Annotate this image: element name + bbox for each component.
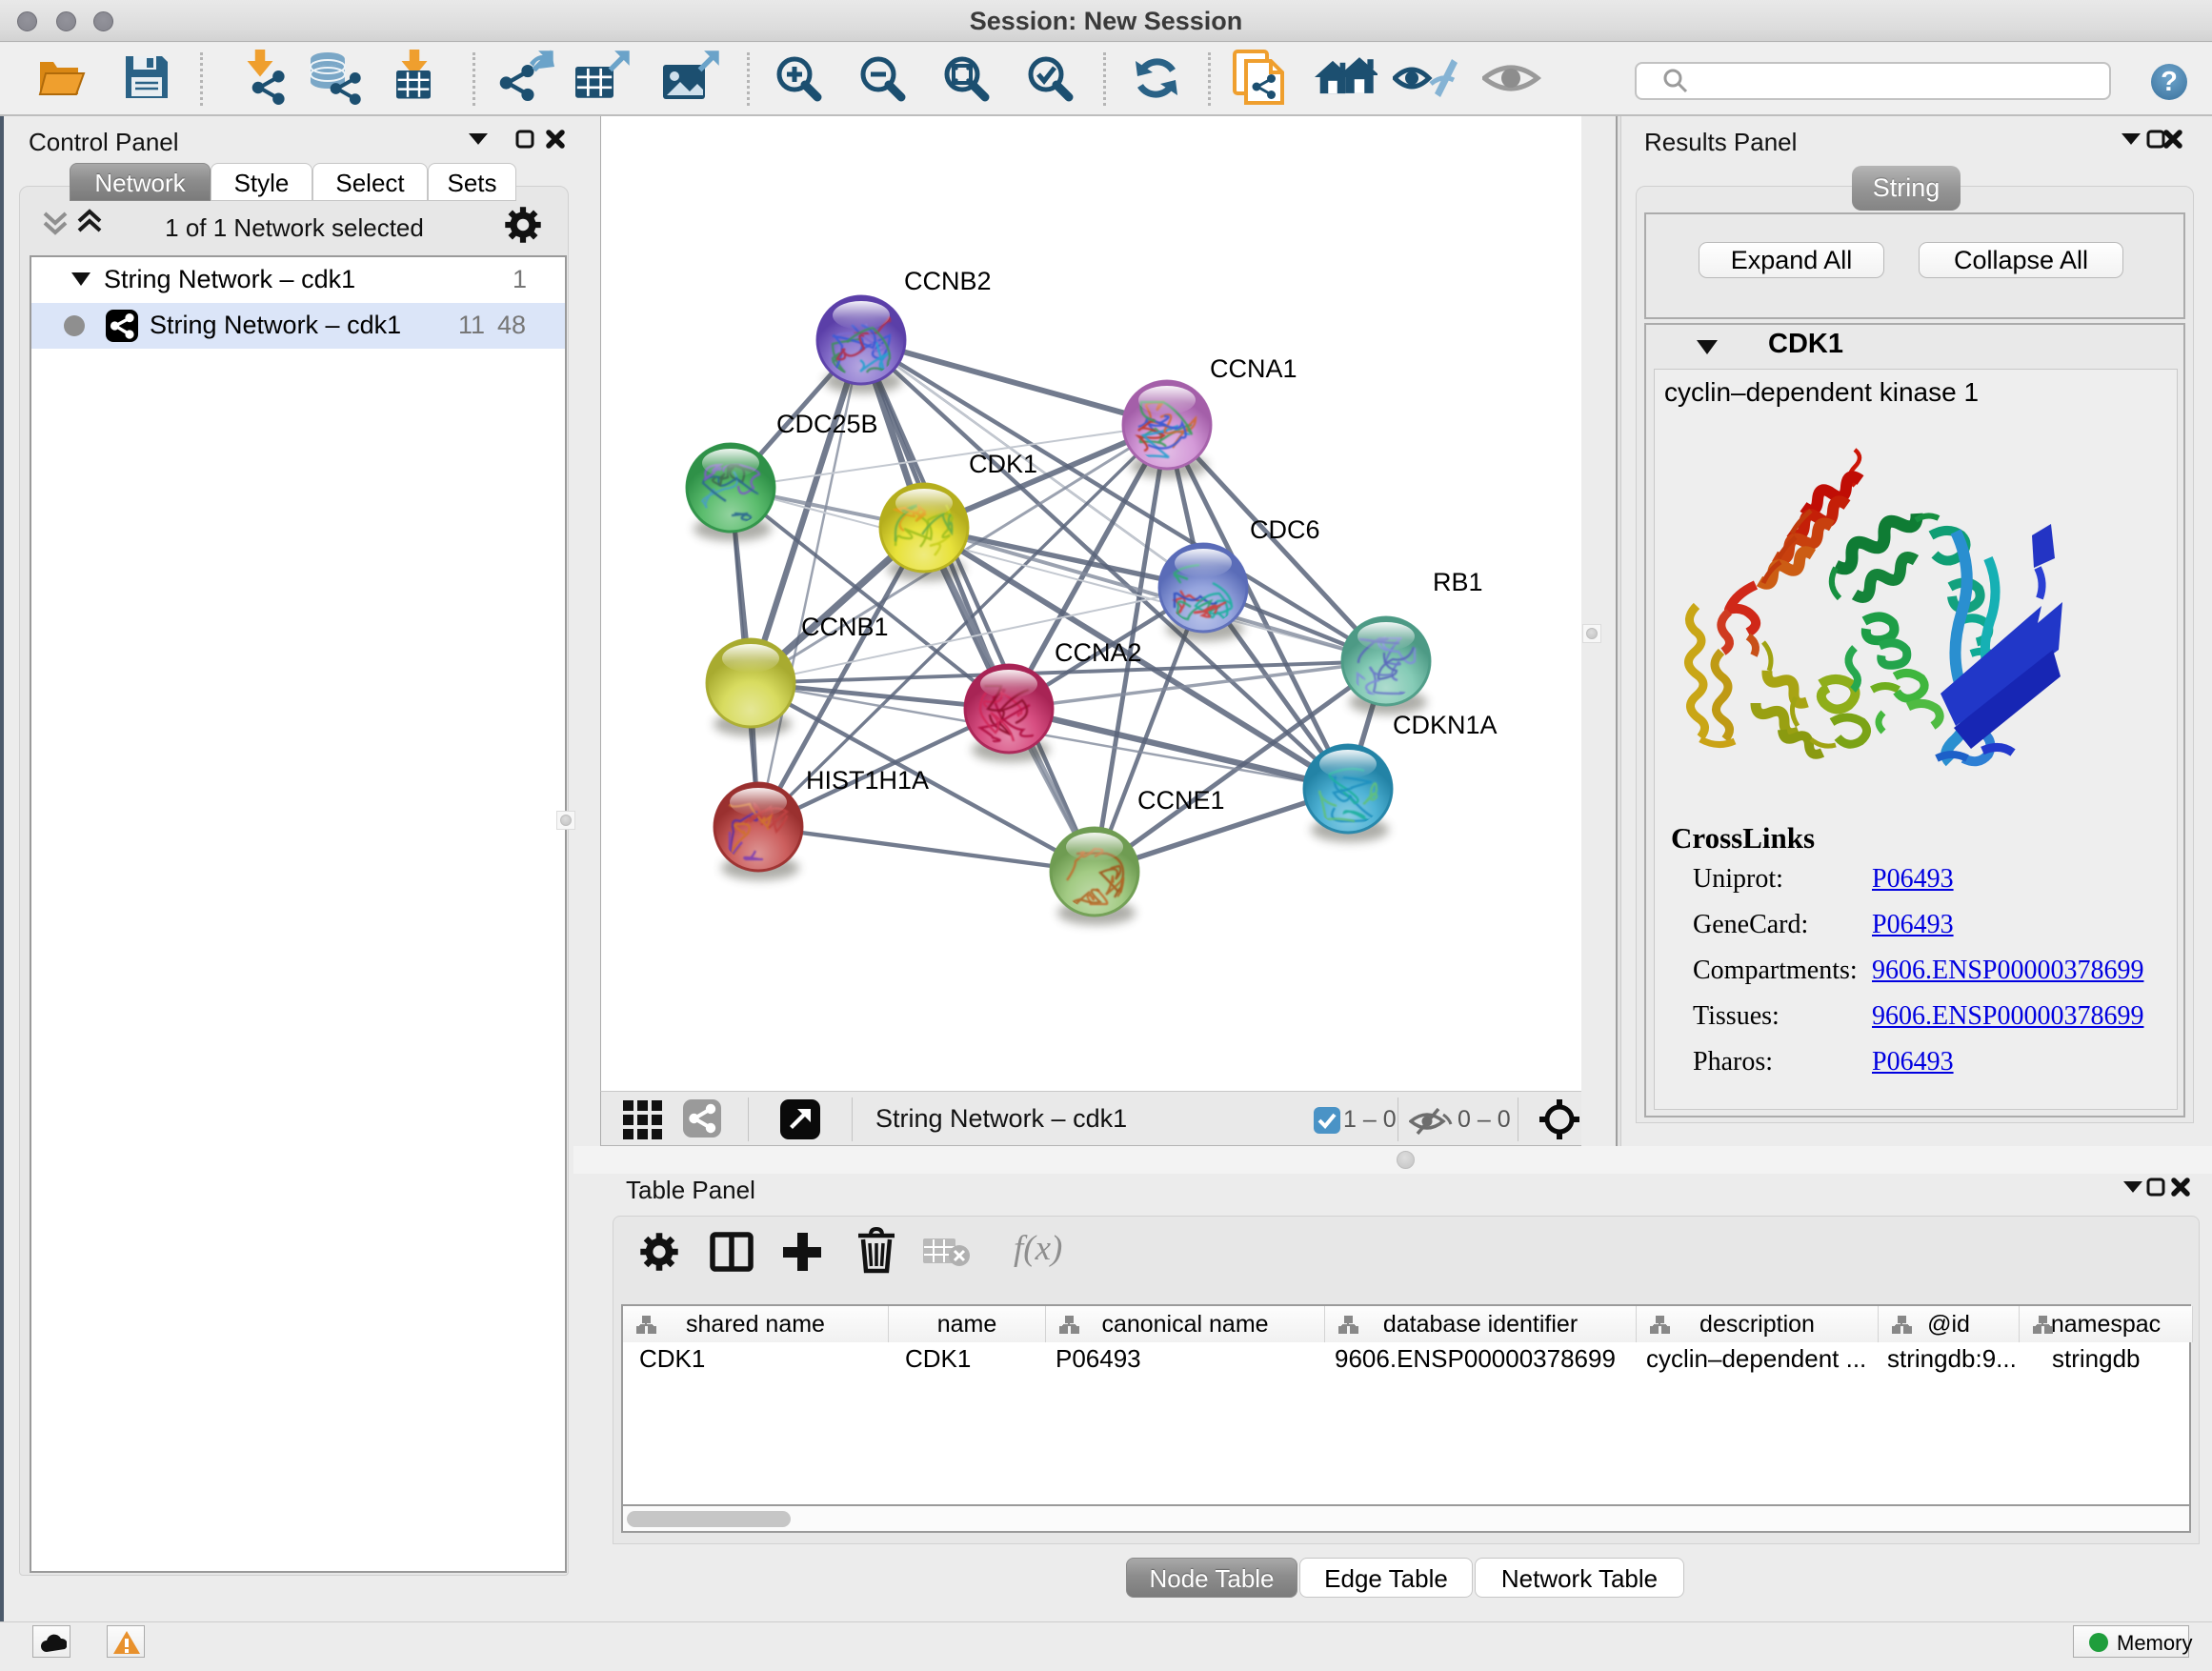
svg-text:CDC6: CDC6 <box>1250 515 1320 544</box>
svg-text:RB1: RB1 <box>1433 568 1483 596</box>
svg-text:CDK1: CDK1 <box>969 450 1037 478</box>
svg-text:CDKN1A: CDKN1A <box>1393 711 1498 739</box>
svg-text:HIST1H1A: HIST1H1A <box>806 766 929 795</box>
svg-text:CDC25B: CDC25B <box>776 410 878 438</box>
svg-text:CCNA2: CCNA2 <box>1055 638 1142 667</box>
svg-text:CCNE1: CCNE1 <box>1137 786 1225 815</box>
svg-text:CCNB1: CCNB1 <box>801 613 889 641</box>
svg-text:CCNA1: CCNA1 <box>1210 354 1297 383</box>
svg-text:CCNB2: CCNB2 <box>904 267 992 295</box>
